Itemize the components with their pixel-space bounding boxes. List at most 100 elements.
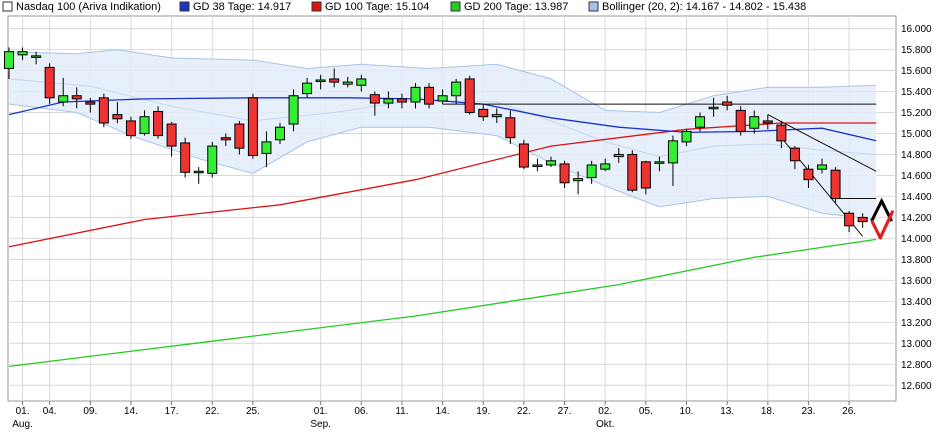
candle-body	[193, 170, 204, 174]
y-tick-label: 15.400	[901, 87, 932, 98]
candle-body	[369, 94, 380, 104]
candle-body	[356, 78, 367, 86]
candle	[180, 137, 191, 178]
candle-body	[722, 101, 733, 106]
candle-body	[559, 163, 570, 184]
candle-body	[180, 142, 191, 173]
candle-body	[383, 98, 394, 104]
candle-body	[207, 145, 218, 174]
candle-body	[247, 97, 258, 157]
candle-body	[627, 153, 638, 191]
candle-body	[437, 95, 448, 102]
y-tick-label: 13.400	[901, 297, 932, 308]
candle-body	[573, 178, 584, 182]
candle-body	[112, 114, 123, 120]
candle-body	[586, 164, 597, 179]
plot-area: 16.000 15.800 15.600 15.400 15.200 15.000 14.8…	[4, 15, 932, 430]
x-tick-label: 14.	[124, 406, 138, 417]
x-tick-label: 11.	[395, 406, 408, 417]
candle-body	[695, 116, 706, 128]
candle-body	[830, 169, 841, 200]
x-tick-label: 02.	[598, 406, 612, 417]
y-tick-label: 15.200	[901, 108, 932, 119]
candle	[627, 150, 638, 193]
candle-body	[749, 116, 760, 129]
candle-body	[85, 101, 96, 105]
candle	[153, 106, 164, 139]
candle-body	[857, 216, 868, 223]
y-tick-label: 13.600	[901, 276, 932, 287]
y-tick-label: 15.800	[901, 45, 932, 56]
legend-swatch-4	[588, 1, 599, 12]
y-tick-label: 13.800	[901, 255, 932, 266]
candle-body	[31, 55, 42, 58]
candle-body	[613, 153, 624, 158]
candle-body	[166, 123, 177, 147]
candle-body	[667, 140, 678, 164]
candle-body	[600, 163, 611, 170]
candle-body	[803, 168, 814, 181]
x-tick-label: 01.	[16, 406, 30, 417]
candle-body	[44, 66, 55, 99]
y-tick-label: 14.000	[901, 234, 932, 245]
candle	[98, 93, 109, 128]
x-tick-label: 17.	[165, 406, 179, 417]
legend-swatch-2	[311, 1, 322, 12]
y-tick-label: 13.000	[901, 339, 932, 350]
candle-body	[478, 108, 489, 118]
x-tick-label: 18.	[761, 406, 775, 417]
y-tick-label: 14.800	[901, 150, 932, 161]
x-tick-label: 23.	[801, 406, 815, 417]
legend-swatch-1	[179, 1, 190, 12]
candle-body	[681, 130, 692, 143]
candle	[247, 93, 258, 159]
candle	[830, 167, 841, 203]
candle-body	[342, 81, 353, 85]
y-tick-label: 15.000	[901, 129, 932, 140]
candle-body	[234, 123, 245, 149]
candle-body	[288, 95, 299, 125]
candle-body	[451, 81, 462, 97]
y-tick-label: 14.400	[901, 192, 932, 203]
candle-body	[844, 212, 855, 227]
candle-body	[546, 160, 556, 166]
y-tick-label: 13.200	[901, 318, 932, 329]
candle-body	[817, 164, 827, 170]
y-tick-label: 12.600	[901, 381, 932, 392]
candle-body	[71, 95, 82, 100]
x-tick-label: 19.	[476, 406, 490, 417]
x-tick-label: 25.	[246, 406, 260, 417]
x-tick-label: 06.	[354, 406, 368, 417]
x-tick-label: 26.	[842, 406, 856, 417]
stock-chart: Nasdaq 100 (Ariva Indikation) GD 38 Tage…	[2, 1, 932, 430]
x-tick-label: 22.	[205, 406, 219, 417]
candle-body	[125, 120, 136, 137]
legend-swatch-0	[2, 1, 13, 12]
candle	[207, 141, 218, 178]
candle-body	[505, 117, 516, 139]
x-tick-label: 13.	[720, 406, 734, 417]
candle	[424, 83, 435, 109]
x-tick-label: 27.	[558, 406, 572, 417]
legend-label-0: Nasdaq 100 (Ariva Indikation)	[16, 1, 161, 13]
candle-body	[464, 78, 475, 114]
candle-body	[98, 97, 109, 124]
x-tick-label: 22.	[517, 406, 531, 417]
candle-body	[58, 95, 69, 103]
legend-label-2: GD 100 Tage: 15.104	[325, 1, 429, 13]
candle-body	[261, 141, 272, 154]
candle	[464, 75, 475, 115]
legend-swatch-3	[450, 1, 461, 12]
y-tick-label: 12.800	[901, 360, 932, 371]
y-tick-label: 16.000	[901, 24, 932, 35]
candle-body	[640, 161, 651, 189]
candle-body	[776, 124, 787, 142]
x-tick-month-label: Sep.	[310, 419, 331, 430]
candle-body	[275, 126, 285, 141]
candle	[518, 139, 529, 170]
x-tick-label: 04.	[43, 406, 57, 417]
legend: Nasdaq 100 (Ariva Indikation) GD 38 Tage…	[2, 1, 806, 13]
x-tick-month-label: Okt.	[596, 419, 614, 430]
x-tick-month-label: Aug.	[12, 419, 33, 430]
candle-body	[491, 114, 502, 118]
